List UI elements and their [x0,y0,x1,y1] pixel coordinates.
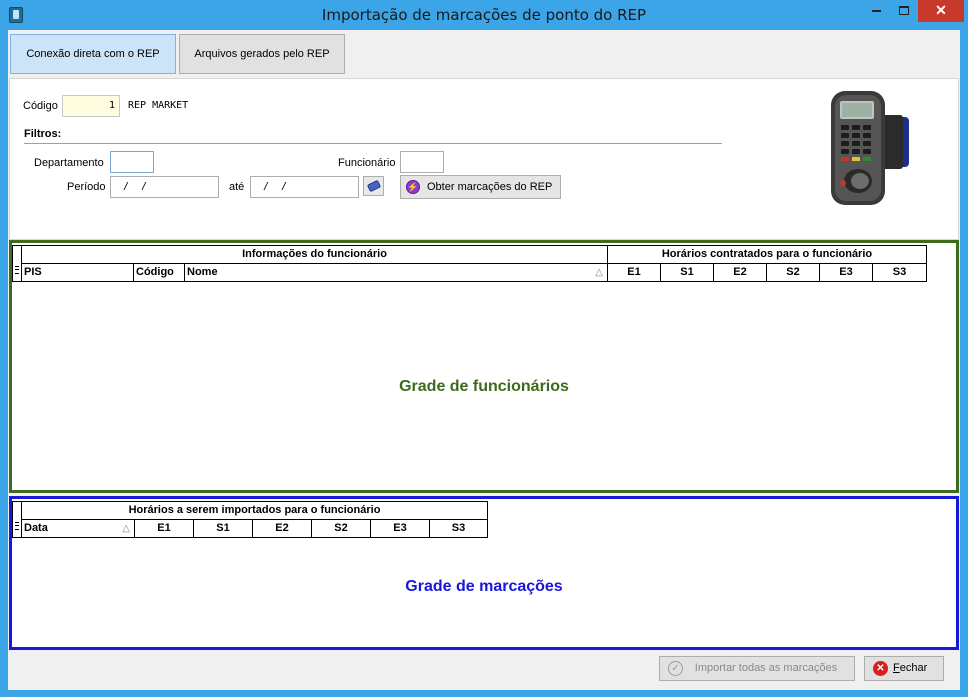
app-window: Importação de marcações de ponto do REP … [0,0,968,697]
column-chooser-icon [15,522,19,530]
ate-label: até [229,181,245,193]
col-header-e3[interactable]: E3 [370,519,430,538]
col-header-e1[interactable]: E1 [134,519,194,538]
close-window-button[interactable]: ✕ [918,0,964,22]
grid-funcionarios-caption: Grade de funcionários [399,378,569,395]
column-chooser-icon [15,266,19,274]
maximize-button[interactable] [890,0,918,22]
filtros-divider [24,143,722,144]
codigo-label: Código [23,100,58,112]
tab-conexao-direta[interactable]: Conexão direta com o REP [10,34,176,74]
col-header-nome[interactable]: Nome △ [184,263,608,282]
fechar-label: echar [899,662,928,674]
importar-button[interactable]: ✓ Importar todas as marcações [659,656,855,681]
importar-label: Importar todas as marcações [694,662,838,674]
eraser-icon [366,179,382,193]
filter-panel: Código 1 REP MARKET Filtros: Departament… [9,78,959,240]
col-header-e1[interactable]: E1 [607,263,661,282]
col-header-s3[interactable]: S3 [429,519,488,538]
col-header-e2[interactable]: E2 [252,519,312,538]
departamento-label: Departamento [34,157,104,169]
periodo-end-field[interactable]: / / [250,176,359,198]
clear-period-button[interactable] [363,176,384,196]
codigo-field[interactable]: 1 [62,95,120,117]
minimize-icon [871,9,881,12]
grid-marcacoes[interactable]: Horários a serem importados para o funci… [9,496,959,650]
periodo-label: Período [67,181,106,193]
fechar-button[interactable]: ✕ Fechar [864,656,944,681]
check-icon: ✓ [668,661,683,676]
maximize-icon [899,6,909,16]
departamento-field[interactable] [110,151,154,173]
sort-ascending-icon: △ [595,267,603,278]
obter-marcacoes-label: Obter marcações do REP [427,181,553,193]
title-bar[interactable]: Importação de marcações de ponto do REP … [0,0,968,30]
rep-device-image [831,91,909,205]
col-header-data-label: Data [24,522,48,534]
col-header-s1[interactable]: S1 [660,263,714,282]
col-header-s1[interactable]: S1 [193,519,253,538]
close-x-icon: ✕ [873,661,888,676]
client-area: Conexão direta com o REP Arquivos gerado… [8,30,960,690]
col-header-codigo[interactable]: Código [133,263,185,282]
lightning-icon: ⚡ [406,180,420,194]
fechar-mnemonic: F [893,662,900,674]
col-header-s2[interactable]: S2 [311,519,371,538]
grid-funcionarios[interactable]: Informações do funcionário Horários cont… [9,240,959,493]
rep-name: REP MARKET [128,100,189,111]
col-header-s3[interactable]: S3 [872,263,927,282]
minimize-button[interactable] [862,0,890,22]
group-header-horarios: Horários contratados para o funcionário [607,245,927,264]
col-header-s2[interactable]: S2 [766,263,820,282]
col-header-nome-label: Nome [187,266,218,278]
footer-bar: ✓ Importar todas as marcações ✕ Fechar [8,650,960,690]
funcionario-field[interactable] [400,151,444,173]
filtros-heading: Filtros: [24,128,62,140]
window-title: Importação de marcações de ponto do REP [321,6,647,24]
group-header-info: Informações do funcionário [21,245,608,264]
sort-ascending-icon: △ [122,523,130,534]
tab-strip: Conexão direta com o REP Arquivos gerado… [8,30,960,78]
grid-marcacoes-caption: Grade de marcações [405,578,563,595]
obter-marcacoes-button[interactable]: ⚡ Obter marcações do REP [400,175,561,199]
periodo-start-field[interactable]: / / [110,176,219,198]
group-header-importar: Horários a serem importados para o funci… [21,501,488,520]
col-header-e3[interactable]: E3 [819,263,873,282]
col-header-data[interactable]: Data △ [21,519,135,538]
tab-arquivos-gerados[interactable]: Arquivos gerados pelo REP [179,34,345,74]
col-header-pis[interactable]: PIS [21,263,134,282]
funcionario-label: Funcionário [338,157,396,169]
col-header-e2[interactable]: E2 [713,263,767,282]
